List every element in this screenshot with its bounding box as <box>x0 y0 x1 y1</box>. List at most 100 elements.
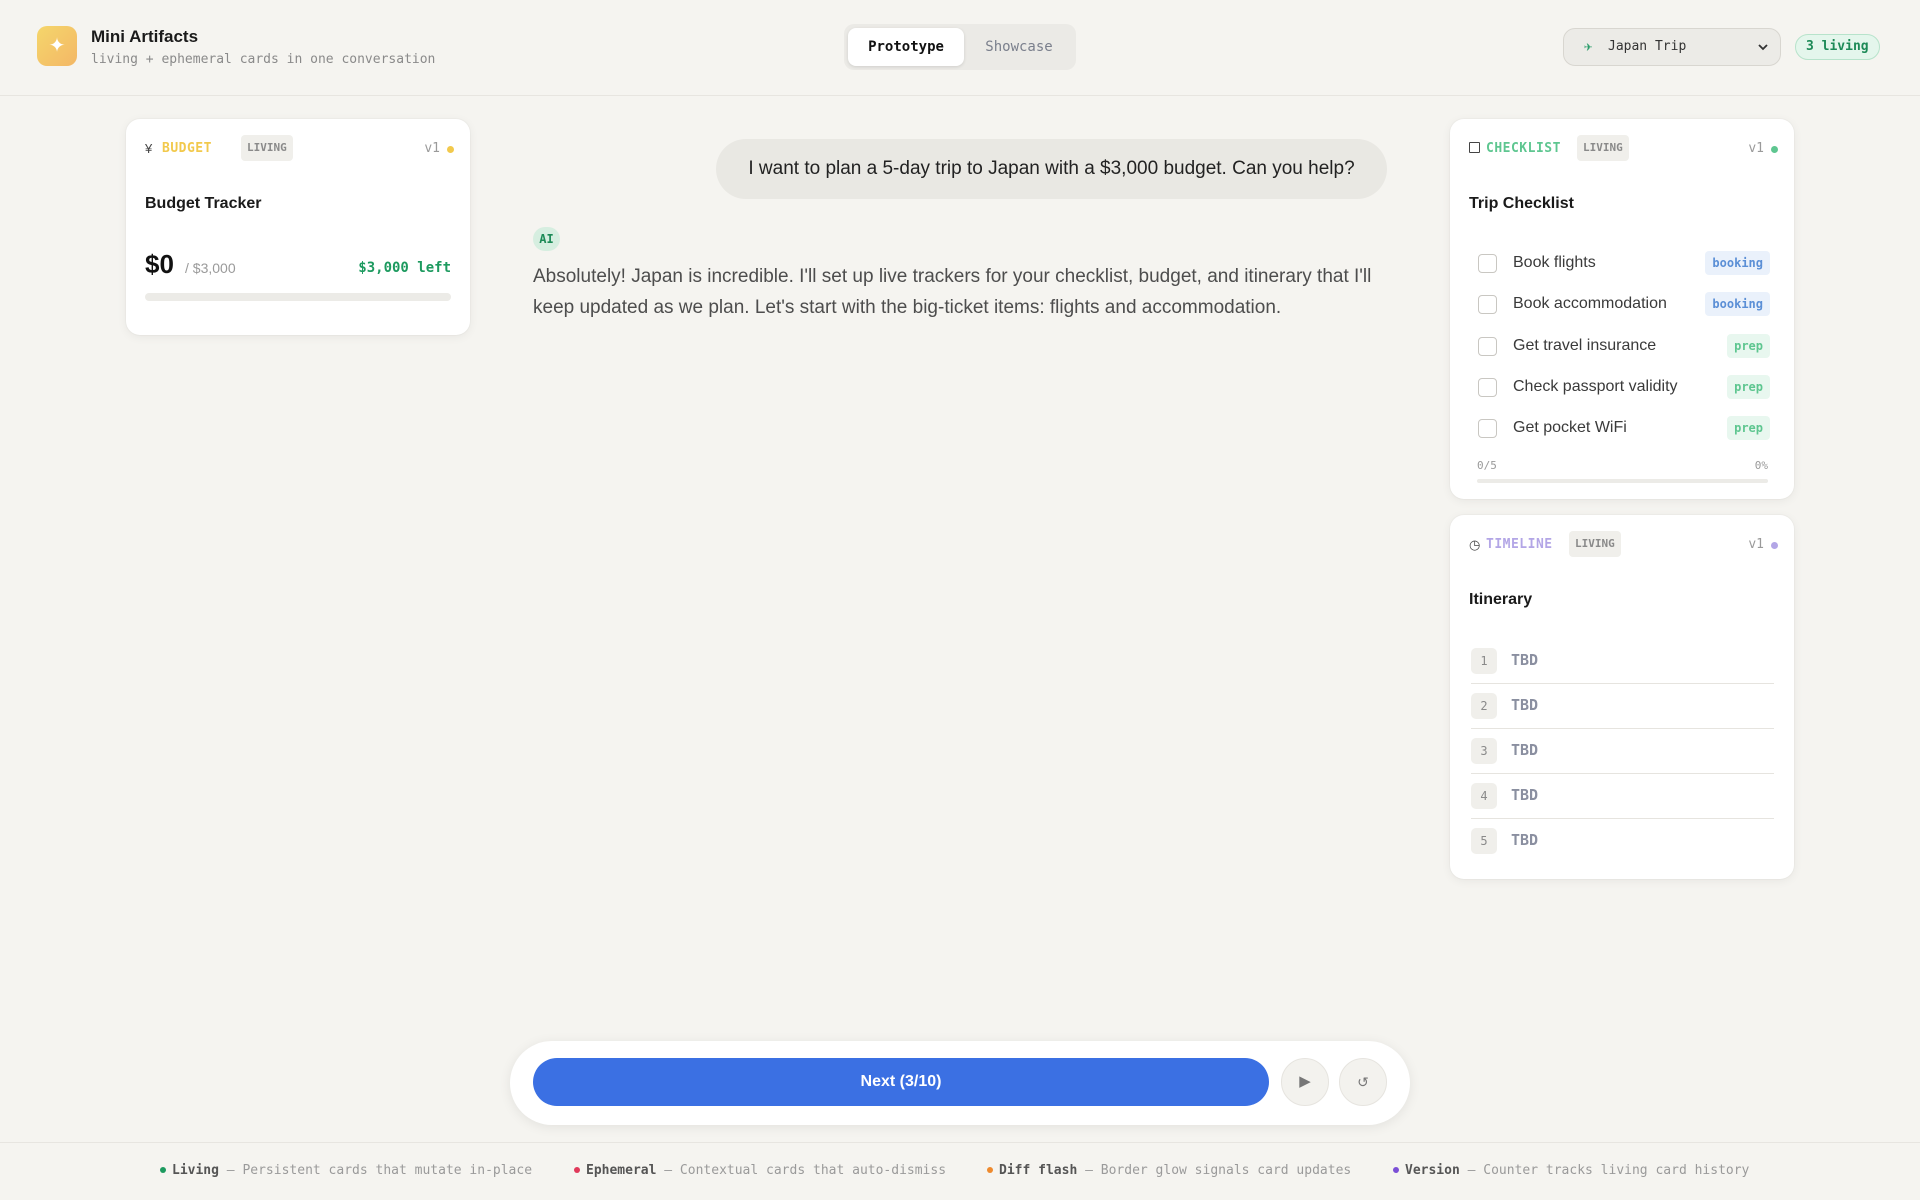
version-dot <box>1771 146 1778 153</box>
budget-card-label: BUDGET <box>162 141 212 156</box>
next-button[interactable]: Next (3/10) <box>533 1058 1269 1106</box>
legend-name: Living <box>172 1163 219 1178</box>
plane-icon: ✈ <box>1584 39 1593 55</box>
day-number: 3 <box>1471 738 1497 764</box>
itinerary-day: 2 TBD <box>1471 684 1774 729</box>
checklist-card-header: CHECKLIST LIVING v1 <box>1469 135 1778 163</box>
trip-select[interactable]: ✈ Japan Trip <box>1563 28 1781 66</box>
checklist-item-label: Check passport validity <box>1513 378 1678 395</box>
ai-message: Absolutely! Japan is incredible. I'll se… <box>533 266 1372 318</box>
play-icon[interactable]: ▶ <box>1281 1058 1329 1106</box>
legend-version: Version — Counter tracks living card his… <box>1393 1163 1749 1178</box>
app-title: Mini Artifacts <box>91 27 199 46</box>
day-plan: TBD <box>1511 831 1539 849</box>
legend-dot <box>987 1166 993 1173</box>
living-badge: LIVING <box>1577 135 1629 161</box>
legend-desc: — Persistent cards that mutate in-place <box>226 1163 533 1178</box>
checkbox[interactable] <box>1478 337 1497 356</box>
checkbox[interactable] <box>1478 295 1497 314</box>
timeline-card-title: Itinerary <box>1469 591 1533 608</box>
checkbox[interactable] <box>1478 378 1497 397</box>
timeline-card-label: TIMELINE <box>1486 537 1553 552</box>
checklist-item[interactable]: Book accommodation booking <box>1478 289 1770 319</box>
ai-avatar: AI <box>533 227 560 251</box>
itinerary-day: 1 TBD <box>1471 639 1774 684</box>
sparkle-icon: ✦ <box>37 26 77 66</box>
budget-card: ¥ BUDGET LIVING v1 Budget Tracker $0 / $… <box>126 119 470 335</box>
category-tag: booking <box>1705 292 1770 316</box>
tab-showcase[interactable]: Showcase <box>966 28 1072 66</box>
day-number: 1 <box>1471 648 1497 674</box>
view-toggle: Prototype Showcase <box>844 24 1076 70</box>
app-header: ✦ Mini Artifacts living + ephemeral card… <box>0 0 1920 96</box>
legend-footer: Living — Persistent cards that mutate in… <box>0 1142 1920 1200</box>
day-plan: TBD <box>1511 741 1539 759</box>
tab-prototype[interactable]: Prototype <box>848 28 964 66</box>
checklist-card: CHECKLIST LIVING v1 Trip Checklist Book … <box>1450 119 1794 499</box>
checklist-progress-bar <box>1477 479 1768 483</box>
checkbox[interactable] <box>1478 254 1497 273</box>
category-tag: prep <box>1727 416 1770 440</box>
app-subtitle: living + ephemeral cards in one conversa… <box>91 52 436 67</box>
day-plan: TBD <box>1511 786 1539 804</box>
legend-name: Version <box>1405 1163 1460 1178</box>
checklist-item[interactable]: Get pocket WiFi prep <box>1478 413 1770 443</box>
version-label: v1 <box>1748 141 1764 156</box>
reset-icon[interactable]: ↺ <box>1339 1058 1387 1106</box>
legend-desc: — Border glow signals card updates <box>1085 1163 1352 1178</box>
itinerary-day: 3 TBD <box>1471 729 1774 774</box>
legend-living: Living — Persistent cards that mutate in… <box>160 1163 532 1178</box>
category-tag: prep <box>1727 375 1770 399</box>
legend-dot <box>574 1166 580 1173</box>
budget-card-title: Budget Tracker <box>145 195 262 212</box>
checklist-card-label: CHECKLIST <box>1486 141 1561 156</box>
legend-dot <box>160 1166 166 1173</box>
itinerary-day: 5 TBD <box>1471 819 1774 864</box>
day-number: 5 <box>1471 828 1497 854</box>
day-plan: TBD <box>1511 651 1539 669</box>
timeline-card-header: ◷ TIMELINE LIVING v1 <box>1469 531 1778 559</box>
playback-controls: Next (3/10) ▶ ↺ <box>510 1041 1410 1125</box>
version-dot <box>1771 542 1778 549</box>
category-tag: booking <box>1705 251 1770 275</box>
checklist-percent: 0% <box>1754 459 1768 472</box>
living-badge: LIVING <box>241 135 293 161</box>
version-label: v1 <box>424 141 440 156</box>
legend-name: Ephemeral <box>586 1163 657 1178</box>
legend-diff-flash: Diff flash — Border glow signals card up… <box>987 1163 1351 1178</box>
checklist-count: 0/5 <box>1477 459 1497 472</box>
budget-total: / $3,000 <box>185 260 236 276</box>
budget-spent: $0 <box>145 249 174 279</box>
version-dot <box>447 146 454 153</box>
clock-icon: ◷ <box>1469 537 1481 552</box>
checklist-item-label: Book flights <box>1513 254 1596 271</box>
yen-icon: ¥ <box>145 141 153 156</box>
user-message: I want to plan a 5-day trip to Japan wit… <box>716 139 1387 199</box>
day-number: 4 <box>1471 783 1497 809</box>
checkbox[interactable] <box>1478 419 1497 438</box>
budget-progress-bar <box>145 293 451 301</box>
legend-dot <box>1393 1166 1399 1173</box>
itinerary-day: 4 TBD <box>1471 774 1774 819</box>
legend-desc: — Contextual cards that auto-dismiss <box>664 1163 947 1178</box>
budget-remaining: $3,000 left <box>358 260 451 276</box>
timeline-card: ◷ TIMELINE LIVING v1 Itinerary 1 TBD 2 T… <box>1450 515 1794 879</box>
legend-desc: — Counter tracks living card history <box>1467 1163 1750 1178</box>
version-label: v1 <box>1748 537 1764 552</box>
checkbox-icon <box>1469 141 1480 156</box>
checklist-item-label: Book accommodation <box>1513 295 1667 312</box>
checklist-item-label: Get travel insurance <box>1513 337 1657 354</box>
checklist-item[interactable]: Book flights booking <box>1478 248 1770 278</box>
living-count-badge: 3 living <box>1795 34 1880 60</box>
day-plan: TBD <box>1511 696 1539 714</box>
chevron-down-icon <box>1758 44 1768 51</box>
legend-ephemeral: Ephemeral — Contextual cards that auto-d… <box>574 1163 946 1178</box>
checklist-card-title: Trip Checklist <box>1469 195 1574 212</box>
category-tag: prep <box>1727 334 1770 358</box>
checklist-item[interactable]: Get travel insurance prep <box>1478 331 1770 361</box>
checklist-item[interactable]: Check passport validity prep <box>1478 372 1770 402</box>
day-number: 2 <box>1471 693 1497 719</box>
living-badge: LIVING <box>1569 531 1621 557</box>
trip-select-value: Japan Trip <box>1608 39 1687 54</box>
checklist-item-label: Get pocket WiFi <box>1513 419 1627 436</box>
